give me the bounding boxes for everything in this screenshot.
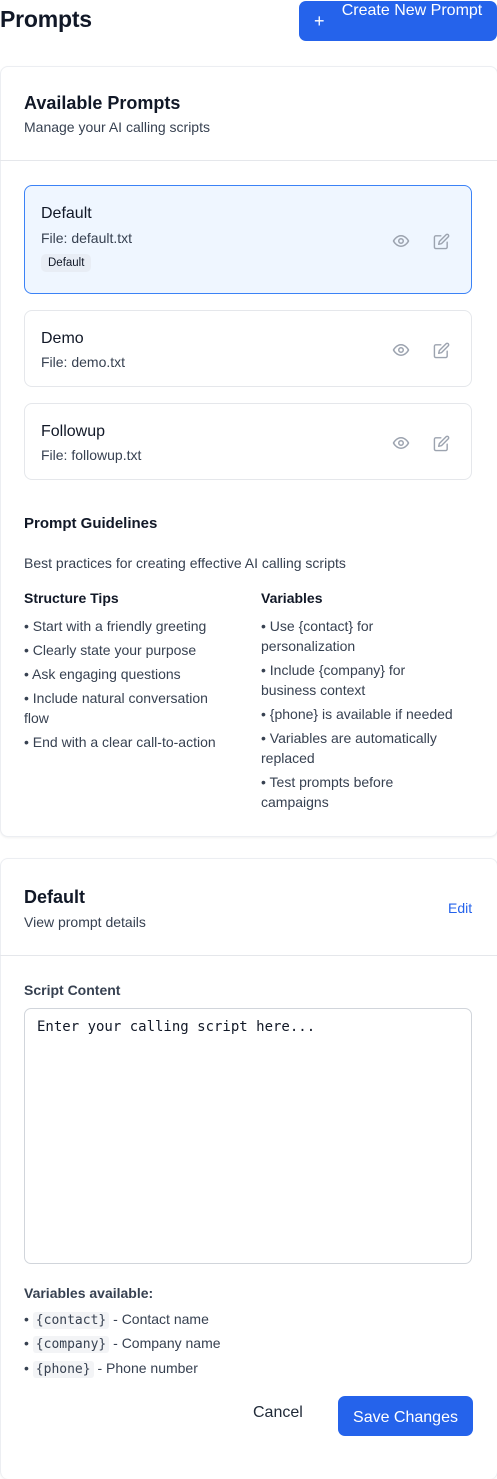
detail-title: Default: [24, 887, 86, 907]
card-divider: [0, 160, 497, 161]
available-prompts-title: Available Prompts: [24, 93, 181, 113]
prompt-name: Followup: [41, 423, 106, 440]
plus-icon: +: [314, 11, 325, 31]
prompt-item-followup[interactable]: Followup File: followup.txt: [24, 403, 472, 480]
script-content-textarea[interactable]: [24, 1008, 472, 1264]
variable-item: • {phone} - Phone number: [24, 1360, 198, 1378]
available-prompts-description: Manage your AI calling scripts: [24, 119, 210, 135]
variables-available-title: Variables available:: [24, 1285, 154, 1301]
save-changes-button[interactable]: Save Changes: [338, 1396, 473, 1436]
prompt-file: File: demo.txt: [41, 354, 126, 370]
create-new-prompt-button[interactable]: + Create New Prompt: [299, 1, 497, 41]
variable-code: {company}: [32, 1336, 110, 1353]
variables-tip: • {phone} is available if needed: [261, 706, 453, 722]
structure-tip: • Ask engaging questions: [24, 666, 181, 682]
structure-tip: • End with a clear call-to-action: [24, 734, 216, 750]
eye-icon[interactable]: [391, 231, 411, 251]
guidelines-title: Prompt Guidelines: [24, 515, 158, 532]
variable-desc: - Contact name: [109, 1311, 209, 1327]
prompt-item-default[interactable]: Default File: default.txt Default: [24, 185, 472, 294]
edit-icon[interactable]: [431, 231, 451, 251]
page-title: Prompts: [0, 6, 92, 32]
structure-tips-title: Structure Tips: [24, 590, 119, 606]
detail-description: View prompt details: [24, 914, 146, 930]
create-new-prompt-label: Create New Prompt: [341, 2, 483, 19]
script-content-label: Script Content: [24, 982, 121, 998]
detail-divider: [0, 955, 497, 956]
cancel-button[interactable]: Cancel: [253, 1404, 303, 1422]
structure-tip: • Start with a friendly greeting: [24, 618, 207, 634]
variables-tip: • Include {company} for business context: [261, 662, 406, 698]
structure-tip: • Include natural conversation flow: [24, 690, 208, 726]
prompt-file: File: followup.txt: [41, 447, 142, 463]
structure-tip: • Clearly state your purpose: [24, 642, 197, 658]
variable-desc: - Company name: [109, 1335, 221, 1351]
edit-icon[interactable]: [431, 433, 451, 453]
variables-tip: • Use {contact} for personalization: [261, 618, 374, 654]
variables-tip: • Test prompts before campaigns: [261, 774, 394, 810]
variable-code: {phone}: [32, 1361, 94, 1378]
eye-icon[interactable]: [391, 340, 411, 360]
prompt-file: File: default.txt: [41, 230, 133, 246]
prompt-item-demo[interactable]: Demo File: demo.txt: [24, 310, 472, 387]
default-badge: Default: [41, 254, 92, 272]
variables-title: Variables: [261, 590, 323, 606]
prompt-name: Default: [41, 205, 92, 222]
variable-item: • {contact} - Contact name: [24, 1311, 209, 1329]
prompt-name: Demo: [41, 330, 84, 347]
variable-item: • {company} - Company name: [24, 1335, 221, 1353]
edit-link[interactable]: Edit: [448, 900, 472, 916]
guidelines-description: Best practices for creating effective AI…: [24, 555, 346, 571]
eye-icon[interactable]: [391, 433, 411, 453]
variables-tip: • Variables are automatically replaced: [261, 730, 437, 766]
variable-desc: - Phone number: [93, 1360, 198, 1376]
save-changes-label: Save Changes: [353, 1409, 458, 1426]
variable-code: {contact}: [32, 1312, 110, 1329]
edit-icon[interactable]: [431, 340, 451, 360]
